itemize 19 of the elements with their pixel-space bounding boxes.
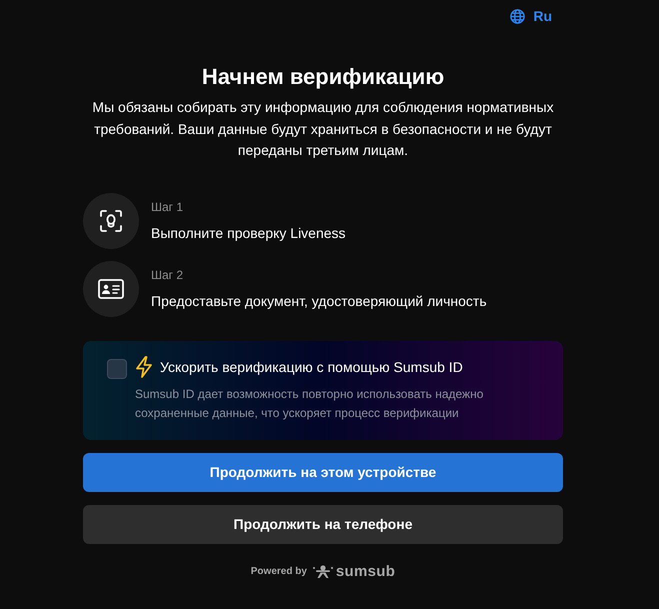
continue-button[interactable]: Продолжить на этом устройстве [83,452,563,492]
face-scan-icon [100,210,122,232]
step-title: Предоставьте документ, удостоверяющий личность [151,292,487,310]
card-description: Sumsub ID дает возможность повторно использовать надежно сохраненные данные, что ускоряет процесс верификации [135,386,484,422]
step-label: Шаг 2 [151,266,184,282]
powered-by-text: Powered by [250,566,307,577]
globe-icon [510,8,526,24]
page-title: Начнем верификацию [200,63,446,91]
brand-name: sumsub [336,563,396,580]
continue-button[interactable]: Продолжить на телефоне [83,504,563,544]
step-title: Выполните проверку Liveness [151,224,346,242]
logo-icon [312,564,333,578]
step-label: Шаг 1 [151,198,184,214]
lightning-icon [135,356,153,378]
language-selector[interactable]: Ru [510,8,552,24]
id-card-icon [98,278,124,298]
checkbox[interactable] [107,358,127,378]
description-text: Мы обязаны собирать эту информацию для соблюдения нормативных требований. Ваши данные будут храниться в безопасности и не будут переданы третьим лицам. [91,98,555,160]
card-title: Ускорить верификацию с помощью Sumsub ID [160,358,463,376]
